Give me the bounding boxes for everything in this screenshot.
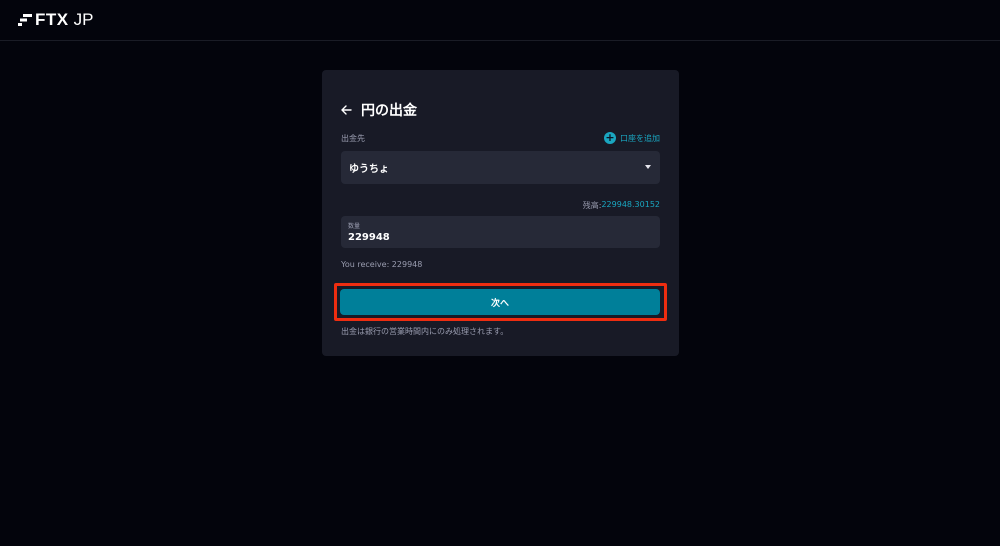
amount-label: 数量 — [348, 223, 361, 230]
balance-value[interactable]: 229948.30152 — [601, 200, 660, 211]
card-header: 円の出金 — [340, 98, 417, 122]
next-button[interactable]: 次へ — [340, 289, 660, 315]
add-account-button[interactable]: + 口座を追加 — [604, 132, 660, 144]
logo-brand-text: FTX — [35, 10, 69, 29]
withdraw-card: 円の出金 出金先 + 口座を追加 ゆうちょ 残高: 229948.30152 数… — [322, 70, 679, 356]
selected-account: ゆうちょ — [349, 164, 389, 175]
receive-amount-text: You receive: 229948 — [341, 260, 423, 269]
balance-display: 残高: 229948.30152 — [583, 200, 660, 211]
back-arrow-icon[interactable] — [340, 104, 352, 116]
ftx-logo-icon — [18, 14, 32, 26]
amount-field[interactable]: 数量 — [341, 216, 660, 248]
logo-region-text: JP — [73, 10, 94, 29]
ftx-logo[interactable]: FTX JP — [18, 10, 93, 30]
processing-note: 出金は銀行の営業時間内にのみ処理されます。 — [341, 327, 509, 336]
destination-label: 出金先 — [341, 134, 365, 143]
balance-label: 残高: — [582, 201, 602, 210]
caret-down-icon — [645, 165, 651, 169]
top-bar: FTX JP — [0, 0, 1000, 41]
add-account-label: 口座を追加 — [620, 133, 660, 143]
amount-input[interactable] — [348, 230, 648, 244]
destination-select[interactable]: ゆうちょ — [341, 151, 660, 184]
page-title: 円の出金 — [361, 103, 417, 119]
plus-circle-icon: + — [604, 131, 616, 144]
